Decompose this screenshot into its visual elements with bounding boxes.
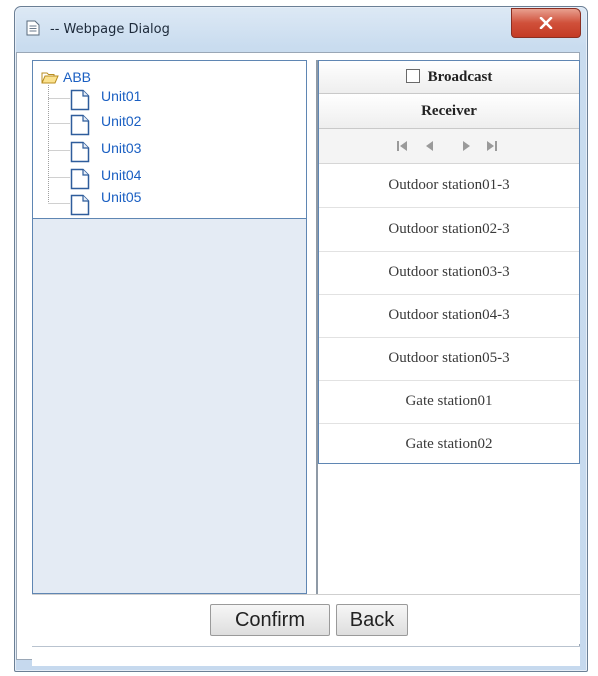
page-icon bbox=[26, 20, 40, 36]
close-button[interactable] bbox=[511, 8, 581, 38]
status-bar bbox=[32, 646, 580, 666]
tree-root-label: ABB bbox=[63, 69, 92, 85]
document-icon bbox=[70, 168, 90, 190]
next-page-icon[interactable] bbox=[459, 139, 473, 153]
pager-nav bbox=[319, 129, 579, 164]
last-page-icon[interactable] bbox=[485, 139, 499, 153]
document-icon bbox=[70, 89, 90, 111]
receiver-header: Receiver bbox=[319, 94, 579, 129]
receiver-row[interactable]: Outdoor station05-3 bbox=[319, 337, 579, 381]
confirm-button[interactable]: Confirm bbox=[210, 604, 330, 636]
broadcast-checkbox[interactable] bbox=[405, 69, 420, 83]
document-icon bbox=[70, 194, 90, 216]
close-icon bbox=[539, 17, 553, 29]
receiver-row[interactable]: Outdoor station01-3 bbox=[319, 164, 579, 208]
tree-item-unit02[interactable]: Unit02 bbox=[70, 113, 180, 136]
tree-item-label: Unit02 bbox=[101, 113, 142, 129]
tree-item-label: Unit03 bbox=[101, 140, 142, 156]
tree-item-unit01[interactable]: Unit01 bbox=[70, 88, 180, 111]
unit-tree-panel: ABB Unit01 Unit02 Unit03 Unit04 Unit05 bbox=[32, 60, 307, 594]
tree-item-unit03[interactable]: Unit03 bbox=[70, 140, 180, 163]
broadcast-header[interactable]: Broadcast bbox=[319, 61, 579, 94]
broadcast-label: Broadcast bbox=[427, 69, 493, 85]
receiver-row[interactable]: Outdoor station02-3 bbox=[319, 208, 579, 252]
receiver-list: Broadcast Receiver Outdoor station01-3 O… bbox=[318, 60, 580, 464]
document-icon bbox=[70, 114, 90, 136]
window-title: -- Webpage Dialog bbox=[50, 22, 170, 37]
tree-item-label: Unit04 bbox=[101, 167, 142, 183]
receiver-row[interactable]: Gate station01 bbox=[319, 380, 579, 424]
tree-item-label: Unit01 bbox=[101, 88, 142, 104]
first-page-icon[interactable] bbox=[395, 139, 409, 153]
receiver-panel: Broadcast Receiver Outdoor station01-3 O… bbox=[316, 60, 580, 594]
document-icon bbox=[70, 141, 90, 163]
receiver-header-label: Receiver bbox=[421, 103, 477, 119]
receiver-row[interactable]: Outdoor station04-3 bbox=[319, 294, 579, 338]
receiver-row[interactable]: Gate station02 bbox=[319, 423, 579, 466]
tree-root-node[interactable]: ABB bbox=[41, 69, 121, 87]
tree-item-unit04[interactable]: Unit04 bbox=[70, 167, 180, 190]
title-bar[interactable]: -- Webpage Dialog bbox=[15, 7, 587, 47]
back-button[interactable]: Back bbox=[336, 604, 408, 636]
tree-item-label: Unit05 bbox=[101, 189, 142, 205]
receiver-row[interactable]: Outdoor station03-3 bbox=[319, 251, 579, 295]
tree-item-unit05[interactable]: Unit05 bbox=[70, 190, 180, 216]
unit-tree: ABB Unit01 Unit02 Unit03 Unit04 Unit05 bbox=[33, 61, 306, 219]
dialog-footer: Confirm Back bbox=[32, 594, 580, 644]
folder-icon bbox=[41, 72, 59, 84]
previous-page-icon[interactable] bbox=[423, 139, 437, 153]
